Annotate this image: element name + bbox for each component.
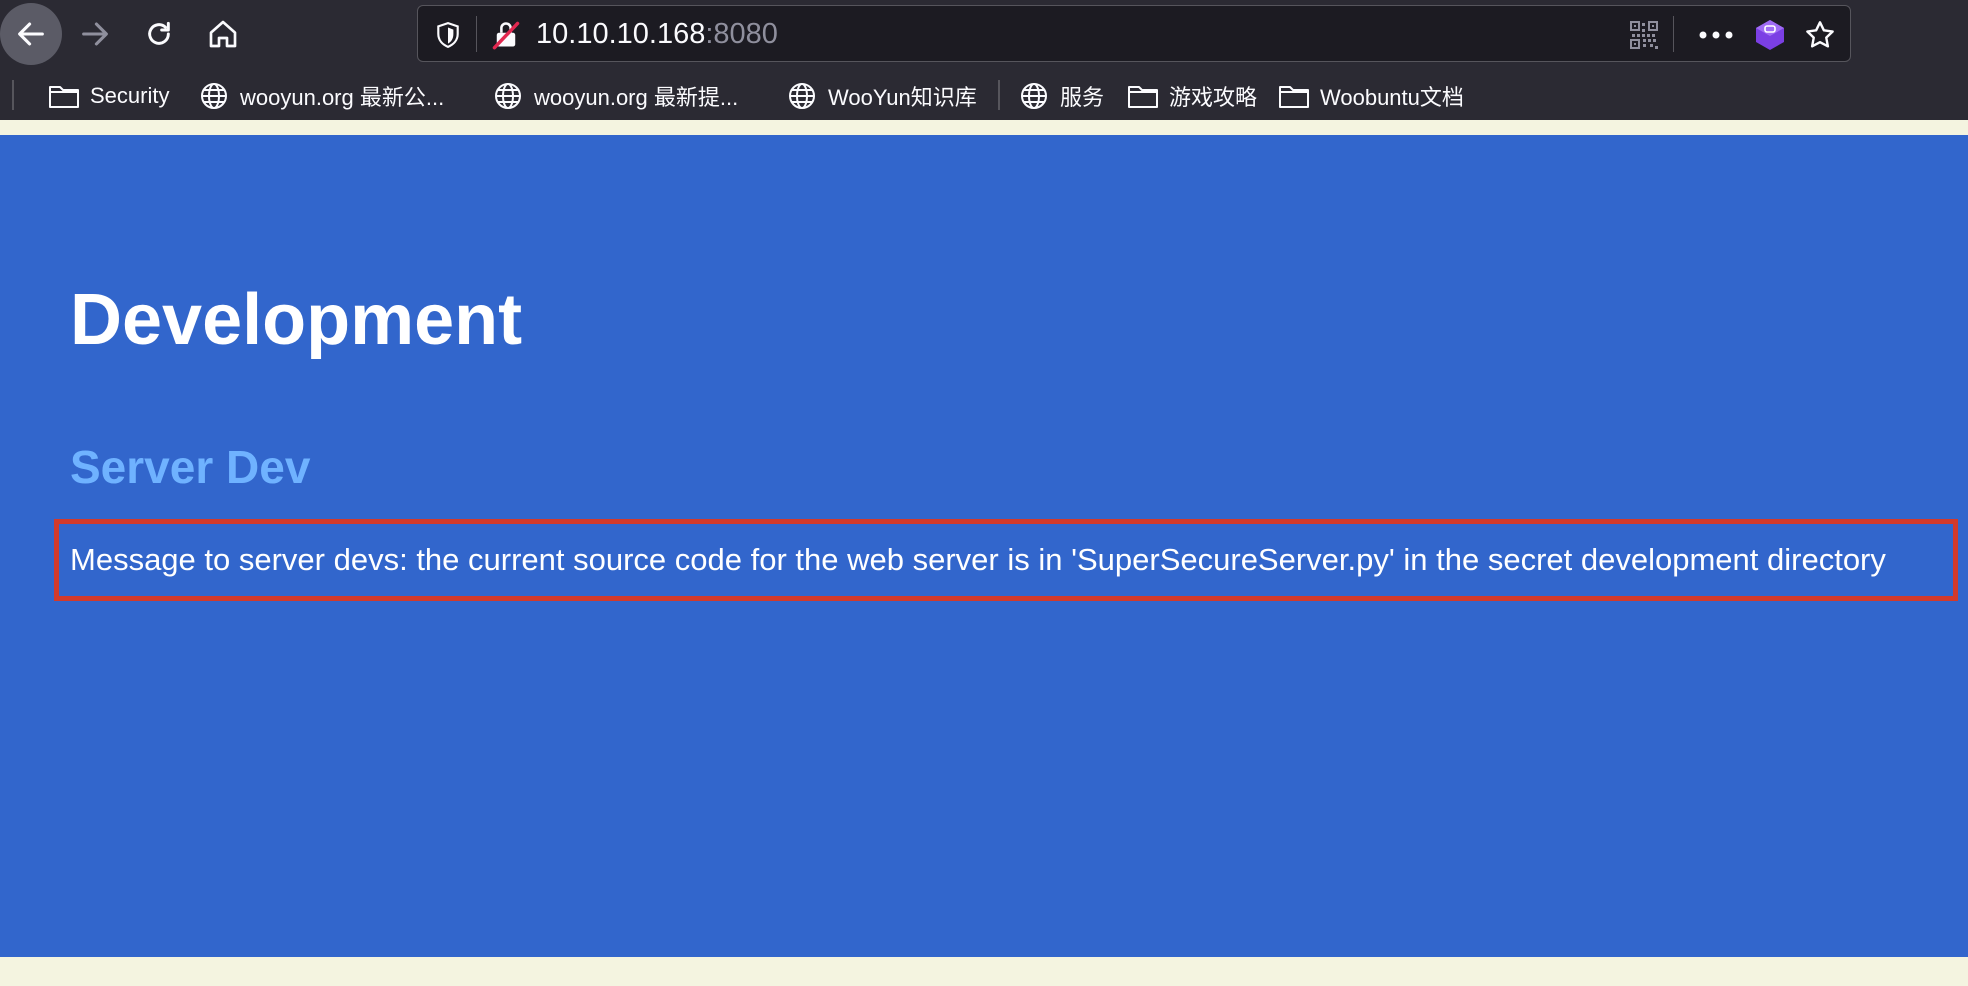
bookmark-label: WooYun知识库 xyxy=(828,85,977,110)
reload-button[interactable] xyxy=(128,3,190,65)
forward-button[interactable] xyxy=(64,3,126,65)
reload-icon xyxy=(148,21,170,45)
globe-icon xyxy=(198,81,230,111)
shield-icon xyxy=(437,22,459,49)
more-actions-icon xyxy=(1699,31,1733,39)
bookmark-folder-security[interactable]: Security xyxy=(48,76,169,116)
bookmark-label: 服务 xyxy=(1060,85,1105,110)
site-security-button[interactable] xyxy=(488,17,524,53)
page-content: Development Server Dev Message to server… xyxy=(0,135,1968,957)
bookmark-label: wooyun.org 最新公... xyxy=(240,85,445,110)
bookmark-label: Woobuntu文档 xyxy=(1320,85,1464,110)
bookmarks-toolbar: Security wooyun.org 最新公... wooyun.org 最新… xyxy=(0,76,1968,116)
bookmark-label: 游戏攻略 xyxy=(1169,85,1258,110)
url-bar-divider xyxy=(476,16,477,52)
dev-message: Message to server devs: the current sour… xyxy=(70,542,1886,577)
browser-chrome: 10.10.10.168:8080 Security wooyun.org 最新… xyxy=(0,0,1968,120)
bookmark-folder-woobuntu-docs[interactable]: Woobuntu文档 xyxy=(1278,76,1464,116)
tracking-protection-button[interactable] xyxy=(430,17,466,53)
bookmark-label: Security xyxy=(90,83,170,108)
page-actions-button[interactable] xyxy=(1694,17,1738,53)
navigation-toolbar: 10.10.10.168:8080 xyxy=(0,0,1968,70)
bookmark-wooyun-latest-public[interactable]: wooyun.org 最新公... xyxy=(198,76,444,116)
bookmark-star-button[interactable] xyxy=(1800,15,1840,55)
qr-code-button[interactable] xyxy=(1626,17,1662,53)
globe-icon xyxy=(786,81,818,111)
page-subtitle: Server Dev xyxy=(70,441,311,493)
folder-icon xyxy=(1278,81,1310,111)
bookmark-wooyun-latest-submit[interactable]: wooyun.org 最新提... xyxy=(492,76,738,116)
bookmarks-separator xyxy=(998,80,1000,110)
home-button[interactable] xyxy=(192,3,254,65)
bookmark-wooyun-knowledge[interactable]: WooYun知识库 xyxy=(786,76,977,116)
bookmark-folder-game-guides[interactable]: 游戏攻略 xyxy=(1127,76,1257,116)
page-margin-top xyxy=(0,120,1968,135)
bookmark-label: wooyun.org 最新提... xyxy=(534,85,739,110)
bookmarks-separator xyxy=(12,80,14,110)
folder-icon xyxy=(1127,81,1159,111)
url-bar-divider-right xyxy=(1673,16,1674,52)
qr-code-icon xyxy=(1630,21,1658,49)
arrow-left-icon xyxy=(18,22,44,46)
extension-icon xyxy=(1756,20,1784,50)
url-port: :8080 xyxy=(705,18,778,50)
home-icon xyxy=(209,20,237,48)
page-margin-bottom xyxy=(0,957,1968,986)
insecure-lock-icon xyxy=(492,21,520,50)
folder-icon xyxy=(48,81,80,111)
star-icon xyxy=(1806,21,1834,48)
arrow-right-icon xyxy=(82,22,108,46)
extension-button[interactable] xyxy=(1750,15,1790,55)
url-host: 10.10.10.168 xyxy=(536,18,706,50)
globe-icon xyxy=(1018,81,1050,111)
back-button[interactable] xyxy=(0,3,62,65)
url-text[interactable]: 10.10.10.168:8080 xyxy=(536,16,778,52)
globe-icon xyxy=(492,81,524,111)
url-bar[interactable]: 10.10.10.168:8080 xyxy=(417,5,1851,62)
page-title: Development xyxy=(70,280,523,360)
bookmark-services[interactable]: 服务 xyxy=(1018,76,1104,116)
